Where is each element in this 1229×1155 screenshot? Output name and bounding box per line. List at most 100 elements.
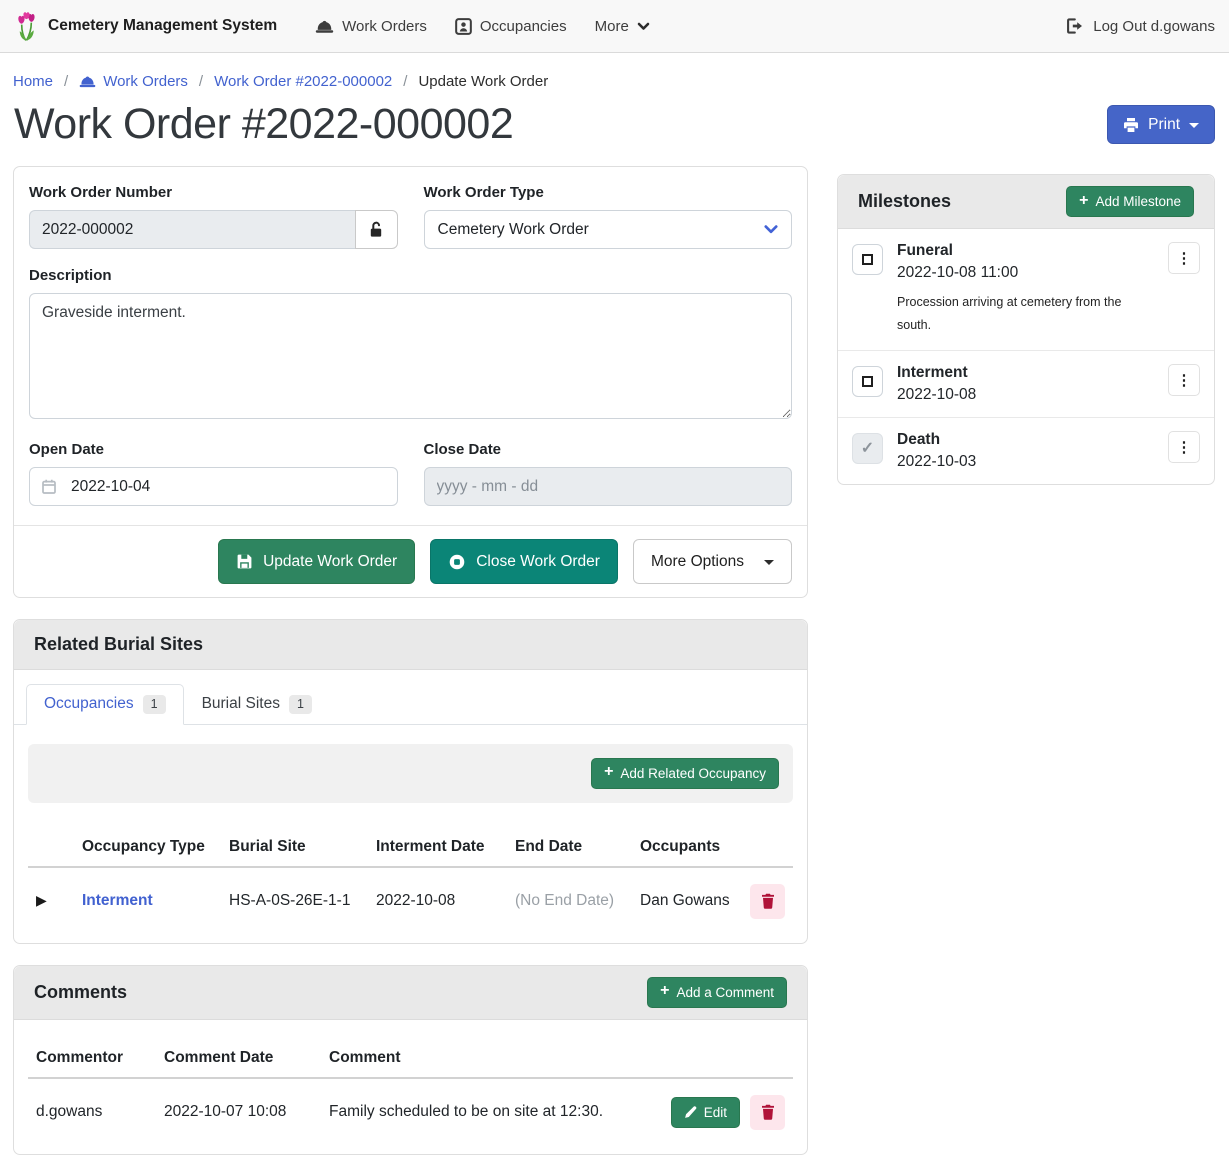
save-icon — [236, 553, 253, 570]
milestone-list: ✓ Funeral 2022-10-08 11:00 Procession ar… — [838, 229, 1214, 484]
column-header: Occupants — [632, 828, 742, 867]
tab-label: Burial Sites — [202, 695, 280, 713]
column-header: Comment — [321, 1039, 643, 1078]
hard-hat-icon — [79, 75, 96, 88]
occupancies-table: Occupancy Type Burial Site Interment Dat… — [28, 828, 793, 933]
breadcrumb-work-orders-link[interactable]: Work Orders — [79, 73, 188, 90]
milestone-title: Interment — [897, 364, 1168, 382]
burial-site-cell: HS-A-0S-26E-1-1 — [221, 867, 368, 933]
description-label: Description — [29, 267, 792, 284]
print-label: Print — [1148, 116, 1180, 134]
top-navbar: Cemetery Management System Work Orders O… — [0, 0, 1229, 53]
add-related-occupancy-button[interactable]: + Add Related Occupancy — [591, 758, 779, 789]
work-order-type-label: Work Order Type — [424, 184, 793, 201]
nav-item-label: More — [595, 18, 629, 35]
kebab-menu-icon: ⋮ — [1177, 372, 1192, 389]
close-date-input[interactable] — [424, 467, 793, 506]
close-work-order-button[interactable]: Close Work Order — [430, 539, 618, 584]
occupant-frame-icon — [455, 18, 472, 35]
open-date-input[interactable] — [29, 467, 398, 506]
add-related-occupancy-label: Add Related Occupancy — [620, 766, 766, 781]
occupants-cell: Dan Gowans — [632, 867, 742, 933]
column-header: Burial Site — [221, 828, 368, 867]
logout-icon — [1066, 18, 1084, 34]
milestone-checkbox[interactable]: ✓ — [852, 366, 883, 397]
nav-item-label: Occupancies — [480, 18, 567, 35]
breadcrumb-separator: / — [64, 73, 68, 90]
close-date-label: Close Date — [424, 441, 793, 458]
end-date-cell: (No End Date) — [507, 867, 632, 933]
breadcrumb-separator: / — [199, 73, 203, 90]
brand-title: Cemetery Management System — [48, 17, 277, 35]
close-date-field-group: Close Date — [424, 441, 793, 506]
milestone-item: ✓ Funeral 2022-10-08 11:00 Procession ar… — [838, 229, 1214, 351]
edit-label: Edit — [704, 1105, 727, 1120]
milestone-menu-button[interactable]: ⋮ — [1168, 364, 1200, 396]
delete-comment-button[interactable] — [750, 1095, 785, 1130]
kebab-menu-icon: ⋮ — [1177, 250, 1192, 267]
pencil-icon — [684, 1106, 697, 1119]
milestone-date: 2022-10-08 11:00 — [897, 264, 1168, 282]
unchecked-square-icon — [862, 376, 873, 387]
print-button[interactable]: Print — [1107, 105, 1215, 144]
breadcrumb-work-order-link[interactable]: Work Order #2022-000002 — [214, 73, 392, 90]
milestone-content: Interment 2022-10-08 — [897, 364, 1168, 404]
interment-date-cell: 2022-10-08 — [368, 867, 507, 933]
milestone-checkbox[interactable]: ✓ — [852, 433, 883, 464]
content-area: Work Order Number — [0, 149, 1229, 1155]
action-column-header — [643, 1039, 793, 1078]
work-order-type-value: Cemetery Work Order — [438, 221, 589, 239]
hard-hat-icon — [315, 19, 334, 34]
nav-item-more[interactable]: More — [595, 18, 650, 35]
milestone-content: Funeral 2022-10-08 11:00 Procession arri… — [897, 242, 1168, 337]
related-toolbar: + Add Related Occupancy — [28, 744, 793, 803]
tab-count-badge: 1 — [289, 695, 312, 714]
milestone-menu-button[interactable]: ⋮ — [1168, 242, 1200, 274]
related-header: Related Burial Sites — [14, 620, 807, 670]
add-comment-label: Add a Comment — [676, 985, 774, 1000]
breadcrumb: Home / Work Orders / Work Order #2022-00… — [0, 53, 1229, 90]
tab-burial-sites[interactable]: Burial Sites 1 — [184, 684, 330, 725]
stop-circle-icon — [448, 553, 466, 571]
expand-row-icon[interactable]: ▶ — [36, 892, 47, 908]
edit-comment-button[interactable]: Edit — [671, 1097, 740, 1128]
work-order-number-label: Work Order Number — [29, 184, 398, 201]
expand-column-header — [28, 828, 74, 867]
column-header: Commentor — [28, 1039, 156, 1078]
comments-card: Comments + Add a Comment Commentor Comme… — [13, 965, 808, 1155]
add-comment-button[interactable]: + Add a Comment — [647, 977, 787, 1008]
more-options-button[interactable]: More Options — [633, 539, 792, 584]
form-body: Work Order Number — [14, 167, 807, 525]
work-order-type-select[interactable]: Cemetery Work Order — [424, 210, 793, 249]
occupancy-type-link[interactable]: Interment — [82, 892, 153, 909]
description-field-group: Description Graveside interment. — [29, 267, 792, 423]
action-column-header — [742, 828, 793, 867]
work-order-number-input[interactable] — [29, 210, 355, 249]
comment-date-cell: 2022-10-07 10:08 — [156, 1078, 321, 1144]
commentor-cell: d.gowans — [28, 1078, 156, 1144]
left-column: Work Order Number — [13, 166, 808, 1155]
related-tabs: Occupancies 1 Burial Sites 1 — [14, 670, 807, 725]
open-date-label: Open Date — [29, 441, 398, 458]
logout-button[interactable]: Log Out d.gowans — [1066, 18, 1215, 35]
milestone-checkbox[interactable]: ✓ — [852, 244, 883, 275]
more-options-label: More Options — [651, 553, 744, 571]
chevron-down-icon — [637, 22, 650, 31]
delete-occupancy-button[interactable] — [750, 884, 785, 919]
milestone-menu-button[interactable]: ⋮ — [1168, 431, 1200, 463]
breadcrumb-home-link[interactable]: Home — [13, 73, 53, 90]
unlock-button[interactable] — [355, 210, 398, 249]
tab-occupancies[interactable]: Occupancies 1 — [26, 684, 184, 725]
comment-cell: Family scheduled to be on site at 12:30. — [321, 1078, 643, 1144]
page-title: Work Order #2022-000002 — [14, 100, 513, 149]
add-milestone-button[interactable]: + Add Milestone — [1066, 186, 1194, 217]
breadcrumb-current: Update Work Order — [418, 73, 548, 90]
tab-label: Occupancies — [44, 695, 134, 713]
update-work-order-button[interactable]: Update Work Order — [218, 539, 415, 584]
description-textarea[interactable]: Graveside interment. — [29, 293, 792, 419]
app-brand[interactable]: Cemetery Management System — [14, 12, 277, 41]
caret-down-icon — [1189, 123, 1199, 128]
nav-item-work-orders[interactable]: Work Orders — [315, 18, 427, 35]
logout-label: Log Out d.gowans — [1093, 18, 1215, 35]
nav-item-occupancies[interactable]: Occupancies — [455, 18, 567, 35]
